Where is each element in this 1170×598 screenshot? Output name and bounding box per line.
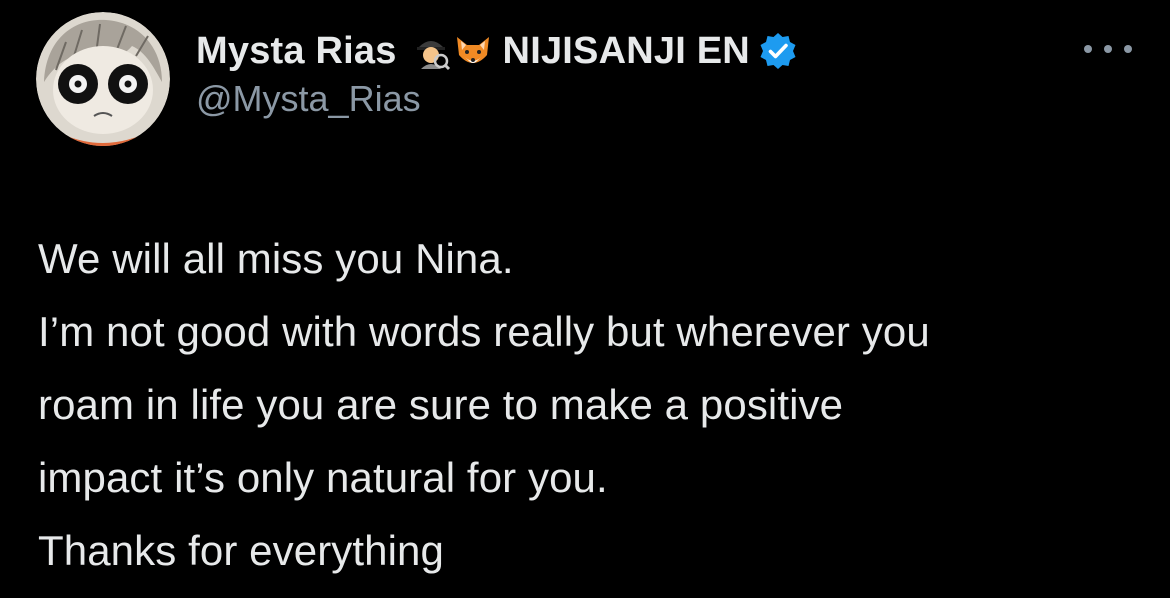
display-name[interactable]: Mysta Rias: [196, 30, 397, 73]
tweet-line: We will all miss you Nina.: [38, 235, 514, 282]
fox-emoji-icon: [453, 31, 493, 71]
tweet-header: Mysta Rias NIJISANJI EN @Mysta_Rias: [196, 26, 1130, 120]
tweet-line: impact it’s only natural for you.: [38, 454, 608, 501]
tweet-text: We will all miss you Nina. I’m not good …: [38, 222, 1148, 587]
tweet-line: I’m not good with words really but where…: [38, 308, 930, 355]
tweet-line: Thanks for everything: [38, 527, 444, 574]
verified-badge-icon: [758, 31, 798, 71]
more-horizontal-icon[interactable]: [1084, 34, 1132, 64]
avatar[interactable]: [36, 12, 170, 146]
affiliation-label: NIJISANJI EN: [502, 29, 750, 72]
more-dot: [1104, 45, 1112, 53]
name-row: Mysta Rias NIJISANJI EN: [196, 26, 1130, 76]
tweet: Mysta Rias NIJISANJI EN @Mysta_Rias We w…: [0, 0, 1170, 598]
more-dot: [1084, 45, 1092, 53]
detective-emoji-icon: [411, 31, 451, 71]
handle[interactable]: @Mysta_Rias: [196, 78, 1130, 120]
tweet-line: roam in life you are sure to make a posi…: [38, 381, 844, 428]
more-dot: [1124, 45, 1132, 53]
